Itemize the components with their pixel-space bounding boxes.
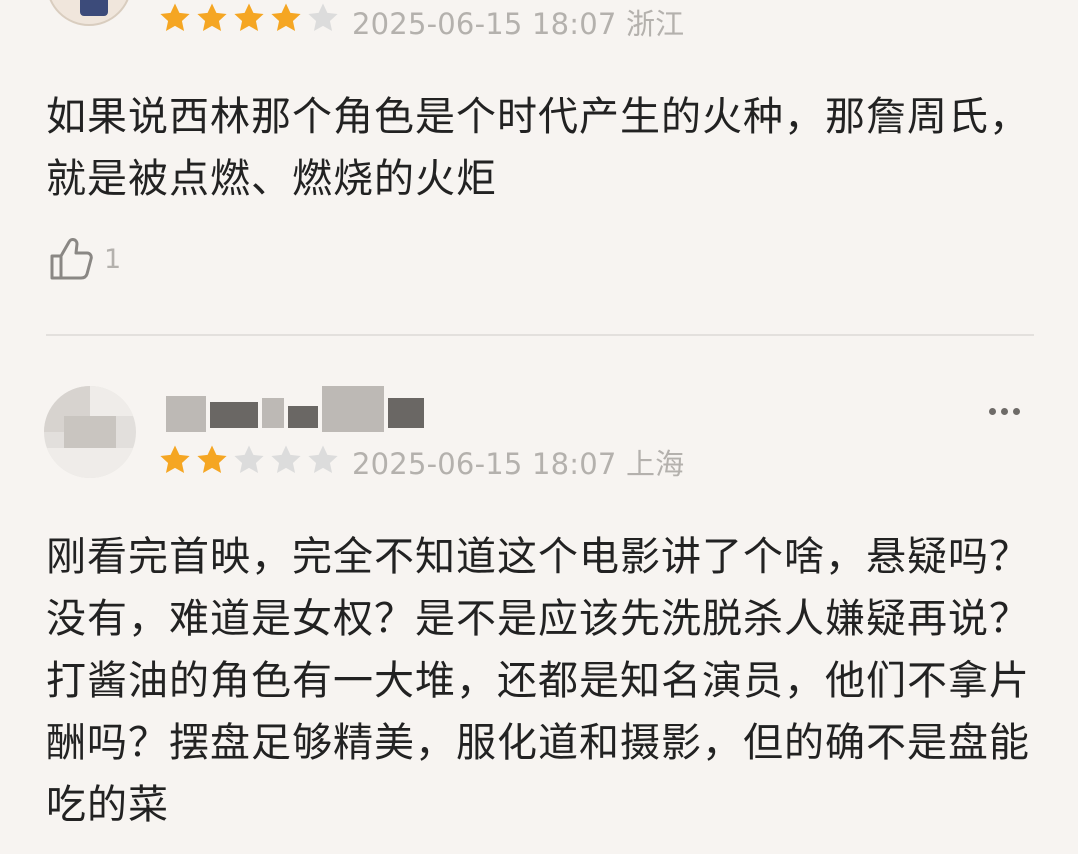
more-options-button[interactable]: [989, 408, 1020, 415]
star-rating: [158, 443, 340, 477]
star-empty-icon: [271, 445, 301, 474]
comment-item: 2025-06-15 18:07 上海 刚看完首映，完全不知道这个电影讲了个啥，…: [0, 336, 1078, 854]
star-empty-icon: [234, 445, 264, 474]
comment-text: 如果说西林那个角色是个时代产生的火种，那詹周氏，就是被点燃、燃烧的火炬: [46, 94, 1030, 202]
star-filled-icon: [197, 445, 227, 474]
more-horizontal-icon: [989, 408, 996, 415]
username-redacted[interactable]: [166, 386, 426, 438]
like-count: 1: [104, 243, 122, 275]
star-empty-icon: [308, 3, 338, 32]
star-filled-icon: [160, 3, 190, 32]
star-filled-icon: [271, 3, 301, 32]
comment-meta: 2025-06-15 18:07 上海: [352, 441, 684, 483]
comment-text: 刚看完首映，完全不知道这个电影讲了个啥，悬疑吗？没有，难道是女权？是不是应该先洗…: [46, 534, 1030, 828]
star-rating: [158, 1, 340, 35]
star-empty-icon: [308, 445, 338, 474]
comment-meta: 2025-06-15 18:07 浙江: [352, 1, 684, 43]
comment-timestamp: 2025-06-15 18:07: [352, 447, 617, 481]
comment-location: 浙江: [625, 7, 685, 41]
thumbs-up-icon: [50, 238, 93, 280]
star-filled-icon: [160, 445, 190, 474]
avatar[interactable]: [46, 0, 132, 26]
avatar[interactable]: [44, 386, 136, 478]
star-filled-icon: [197, 3, 227, 32]
comment-location: 上海: [625, 447, 685, 481]
like-button[interactable]: 1: [44, 232, 121, 286]
comment-item: 2025-06-15 18:07 浙江 如果说西林那个角色是个时代产生的火种，那…: [0, 0, 1078, 336]
comment-timestamp: 2025-06-15 18:07: [352, 7, 617, 41]
star-filled-icon: [234, 3, 264, 32]
